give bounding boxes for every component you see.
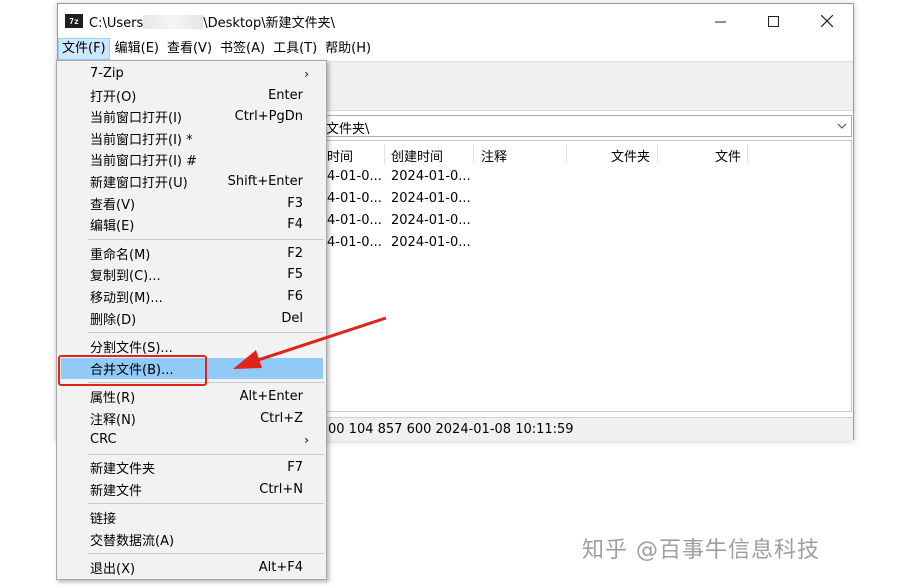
menu-file[interactable]: 文件(F) [58,38,110,60]
column-separator[interactable] [747,144,748,164]
menu-item-open[interactable]: 打开(O) Enter [61,85,323,106]
menu-item-rename[interactable]: 重命名(M) F2 [61,243,323,264]
minimize-button[interactable] [694,4,747,38]
menu-item-7zip[interactable]: 7-Zip › [61,63,323,84]
chevron-down-icon[interactable] [836,119,848,133]
close-button[interactable] [800,4,853,38]
menu-item-properties[interactable]: 属性(R) Alt+Enter [61,386,323,407]
chevron-right-icon: › [304,432,309,447]
menu-view[interactable]: 查看(V) [164,38,215,60]
row-3-created[interactable]: 2024-01-0... [391,213,471,228]
address-path: 文件夹\ [326,122,370,137]
status-text: 00 104 857 600 2024-01-08 10:11:59 [328,422,574,437]
menu-item-comment[interactable]: 注释(N) Ctrl+Z [61,408,323,429]
column-separator[interactable] [384,144,385,164]
menu-item-open-inside[interactable]: 当前窗口打开(I) Ctrl+PgDn [61,106,323,127]
menu-separator [88,553,324,554]
column-header-folders[interactable]: 文件夹 [611,146,650,165]
menu-item-open-outside[interactable]: 新建窗口打开(U) Shift+Enter [61,171,323,192]
window-controls [694,4,853,38]
title-bar[interactable]: 7z C:\Users \Desktop\新建文件夹\ [58,4,853,38]
blurred-username [143,14,204,29]
window-title: C:\Users \Desktop\新建文件夹\ [89,14,336,31]
menu-separator [88,454,324,455]
menu-item-split-file[interactable]: 分割文件(S)... [61,336,323,357]
menu-item-alternate-streams[interactable]: 交替数据流(A) [61,529,323,550]
column-header-files[interactable]: 文件 [715,146,741,165]
menu-edit[interactable]: 编辑(E) [112,38,162,60]
row-4-modified[interactable]: 4-01-0... [327,235,382,250]
column-separator[interactable] [657,144,658,164]
menu-bar: 文件(F) 编辑(E) 查看(V) 书签(A) 工具(T) 帮助(H) [58,38,853,60]
menu-item-open-inside-hash[interactable]: 当前窗口打开(I) # [61,149,323,170]
menu-item-view[interactable]: 查看(V) F3 [61,193,323,214]
close-icon [820,15,833,27]
column-separator[interactable] [473,144,474,164]
column-header-created[interactable]: 创建时间 [391,146,443,165]
menu-item-move-to[interactable]: 移动到(M)... F6 [61,286,323,307]
row-2-created[interactable]: 2024-01-0... [391,191,471,206]
menu-item-new-folder[interactable]: 新建文件夹 F7 [61,457,323,478]
highlight-box-annotation [58,355,207,386]
menu-item-new-file[interactable]: 新建文件 Ctrl+N [61,479,323,500]
seven-zip-app-icon: 7z [65,14,83,28]
menu-item-crc[interactable]: CRC › [61,429,323,450]
watermark-text: 知乎 @百事牛信息科技 [582,538,820,563]
menu-tools[interactable]: 工具(T) [270,38,320,60]
menu-separator [88,503,324,504]
column-separator[interactable] [566,144,567,164]
maximize-icon [768,15,779,27]
menu-bookmarks[interactable]: 书签(A) [217,38,268,60]
menu-help[interactable]: 帮助(H) [322,38,374,60]
row-4-created[interactable]: 2024-01-0... [391,235,471,250]
menu-item-exit[interactable]: 退出(X) Alt+F4 [61,557,323,578]
column-header-modified[interactable]: 时间 [327,146,353,165]
minimize-icon [715,21,726,22]
column-header-comment[interactable]: 注释 [481,146,507,165]
menu-separator [88,239,324,240]
menu-item-copy-to[interactable]: 复制到(C)... F5 [61,264,323,285]
row-1-modified[interactable]: 4-01-0... [327,169,382,184]
menu-item-link[interactable]: 链接 [61,507,323,528]
file-menu-dropdown: 7-Zip › 打开(O) Enter 当前窗口打开(I) Ctrl+PgDn 当前窗… [56,60,327,580]
maximize-button[interactable] [747,4,800,38]
menu-item-open-inside-star[interactable]: 当前窗口打开(I) * [61,128,323,149]
menu-separator [88,332,324,333]
chevron-right-icon: › [304,66,309,81]
row-1-created[interactable]: 2024-01-0... [391,169,471,184]
menu-item-delete[interactable]: 删除(D) Del [61,308,323,329]
row-3-modified[interactable]: 4-01-0... [327,213,382,228]
menu-item-edit[interactable]: 编辑(E) F4 [61,214,323,235]
row-2-modified[interactable]: 4-01-0... [327,191,382,206]
